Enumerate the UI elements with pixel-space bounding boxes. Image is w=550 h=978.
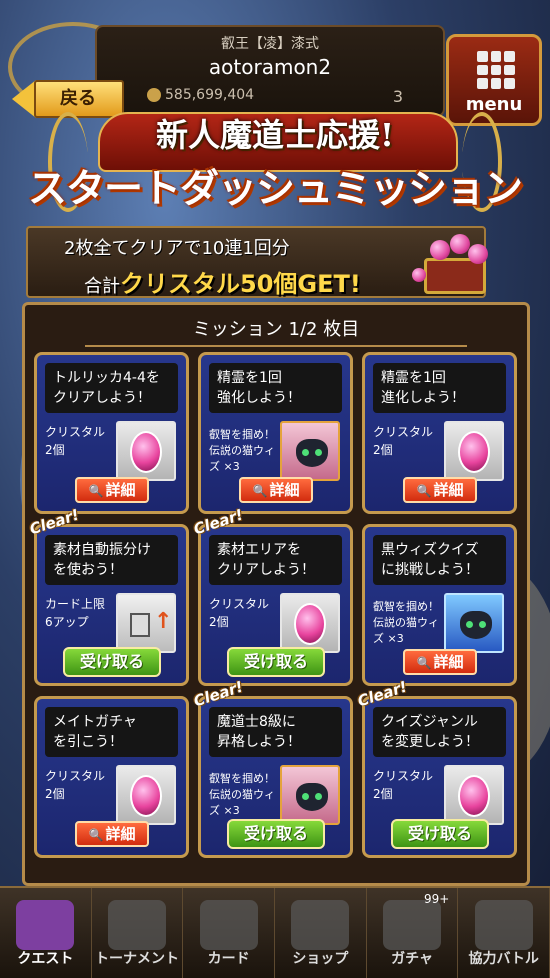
nav-label: ガチャ [391, 951, 433, 967]
button-label: 詳細 [433, 481, 464, 499]
magnifier-icon: 🔍 [416, 484, 432, 498]
mission-card: 魔道士8級に 昇格しよう！ 叡智を掴め！ 伝説の猫ウィ ズ ×3 受け取る Clear… [191, 678, 353, 858]
magnifier-icon: 🔍 [252, 484, 268, 498]
nav-label: トーナメント [95, 951, 179, 967]
mission-text: 精霊を1回 強化しよう！ [209, 363, 342, 413]
mission-card: クイズジャンル を変更しよう！ クリスタル 2個 受け取る Clear! [355, 678, 517, 858]
mission-text: トルリッカ4-4を クリアしよう！ [45, 363, 178, 413]
quest-icon [16, 900, 75, 950]
bottom-nav: クエスト トーナメント カード ショップ ガチャ 99+ 協力バトル [0, 886, 550, 978]
card-icon [199, 900, 258, 950]
mission-reward-text: クリスタル 2個 [209, 597, 270, 629]
title-divider [85, 345, 467, 347]
crystal-icon [116, 765, 176, 825]
mission-reward-text: カード上限 6アップ [45, 597, 106, 629]
mission-card: 黒ウィズクイズ に挑戦しよう！ 叡智を掴め！ 伝説の猫ウィ ズ ×3 🔍 詳細 [362, 524, 517, 686]
mission-text: クイズジャンル を変更しよう！ [373, 707, 506, 757]
mission-card: 素材自動振分け を使おう！ カード上限 6アップ ↑ 受け取る Clear! [27, 506, 189, 686]
reward-line1: 2枚全てクリアで10連1回分 [64, 238, 290, 259]
crystal-icon [280, 593, 340, 653]
mission-claim-button[interactable]: 受け取る [63, 647, 161, 677]
crystal-icon [116, 421, 176, 481]
tournament-icon [108, 900, 166, 950]
player-info-bar: 叡王【凌】漆式 aotoramon2 585,699,404 3 [95, 25, 445, 117]
notification-badge: 99+ [424, 892, 450, 906]
button-label: 詳細 [269, 481, 300, 499]
coop-battle-icon [474, 900, 533, 950]
treasure-chest-icon [410, 228, 500, 300]
mission-detail-button[interactable]: 🔍 詳細 [75, 821, 149, 847]
nav-item-tournament[interactable]: トーナメント [92, 888, 184, 978]
crystal-icon [444, 765, 504, 825]
wiz-cat-icon [444, 593, 504, 653]
magnifier-icon: 🔍 [416, 656, 432, 670]
shop-icon [291, 900, 350, 950]
wiz-cat-icon [280, 421, 340, 481]
button-label: 詳細 [105, 481, 136, 499]
reward-line2: 合計クリスタル50個GET! [84, 270, 361, 298]
mission-card: 精霊を1回 進化しよう！ クリスタル 2個 🔍 詳細 [362, 352, 517, 514]
coin-icon [147, 88, 161, 102]
panel-title: ミッション 1/2 枚目 [192, 319, 360, 340]
nav-label: 協力バトル [468, 951, 539, 967]
mission-detail-button[interactable]: 🔍 詳細 [75, 477, 149, 503]
mission-reward-text: クリスタル 2個 [373, 425, 434, 457]
gem-counter: 3 [392, 87, 403, 106]
button-label: 詳細 [105, 825, 136, 843]
player-name: aotoramon2 [208, 55, 332, 79]
magnifier-icon: 🔍 [88, 828, 104, 842]
mission-text: メイトガチャ を引こう！ [45, 707, 178, 757]
mission-claim-button[interactable]: 受け取る [227, 819, 325, 849]
nav-item-coop-battle[interactable]: 協力バトル [458, 888, 550, 978]
crystal-icon [444, 421, 504, 481]
mission-reward-text: クリスタル 2個 [45, 425, 106, 457]
grid-icon [477, 51, 515, 89]
nav-item-card[interactable]: カード [183, 888, 276, 978]
mission-detail-button[interactable]: 🔍 詳細 [239, 477, 313, 503]
mission-text: 精霊を1回 進化しよう！ [373, 363, 506, 413]
gacha-icon [383, 900, 442, 950]
nav-label: ショップ [292, 951, 349, 967]
magnifier-icon: 🔍 [88, 484, 104, 498]
mission-text: 魔道士8級に 昇格しよう！ [209, 707, 342, 757]
mission-text: 素材自動振分け を使おう！ [45, 535, 178, 585]
banner-subtitle: 新人魔道士応援! [155, 116, 395, 154]
mission-reward-text: クリスタル 2個 [373, 769, 434, 801]
nav-item-shop[interactable]: ショップ [275, 888, 367, 978]
mission-detail-button[interactable]: 🔍 詳細 [403, 649, 477, 675]
mission-text: 素材エリアを クリアしよう！ [209, 535, 342, 585]
coin-counter: 585,699,404 [147, 87, 254, 103]
mission-reward-text: クリスタル 2個 [45, 769, 106, 801]
mission-claim-button[interactable]: 受け取る [227, 647, 325, 677]
mission-card: 精霊を1回 強化しよう！ 叡智を掴め！ 伝説の猫ウィ ズ ×3 🔍 詳細 [198, 352, 353, 514]
wiz-cat-icon [280, 765, 340, 825]
button-label: 詳細 [433, 653, 464, 671]
player-title: 叡王【凌】漆式 [221, 36, 319, 52]
mission-card: メイトガチャ を引こう！ クリスタル 2個 🔍 詳細 [34, 696, 189, 858]
mission-claim-button[interactable]: 受け取る [391, 819, 489, 849]
nav-item-gacha[interactable]: ガチャ 99+ [367, 888, 459, 978]
mission-card: 素材エリアを クリアしよう！ クリスタル 2個 受け取る Clear! [191, 506, 353, 686]
nav-label: カード [207, 951, 250, 967]
card-limit-icon: ↑ [116, 593, 176, 653]
mission-card: トルリッカ4-4を クリアしよう！ クリスタル 2個 🔍 詳細 [34, 352, 189, 514]
mission-detail-button[interactable]: 🔍 詳細 [403, 477, 477, 503]
banner-title: スタートダッシュミッション [27, 167, 523, 212]
nav-item-quest[interactable]: クエスト [0, 888, 92, 978]
nav-label: クエスト [17, 951, 74, 967]
mission-text: 黒ウィズクイズ に挑戦しよう！ [373, 535, 506, 585]
